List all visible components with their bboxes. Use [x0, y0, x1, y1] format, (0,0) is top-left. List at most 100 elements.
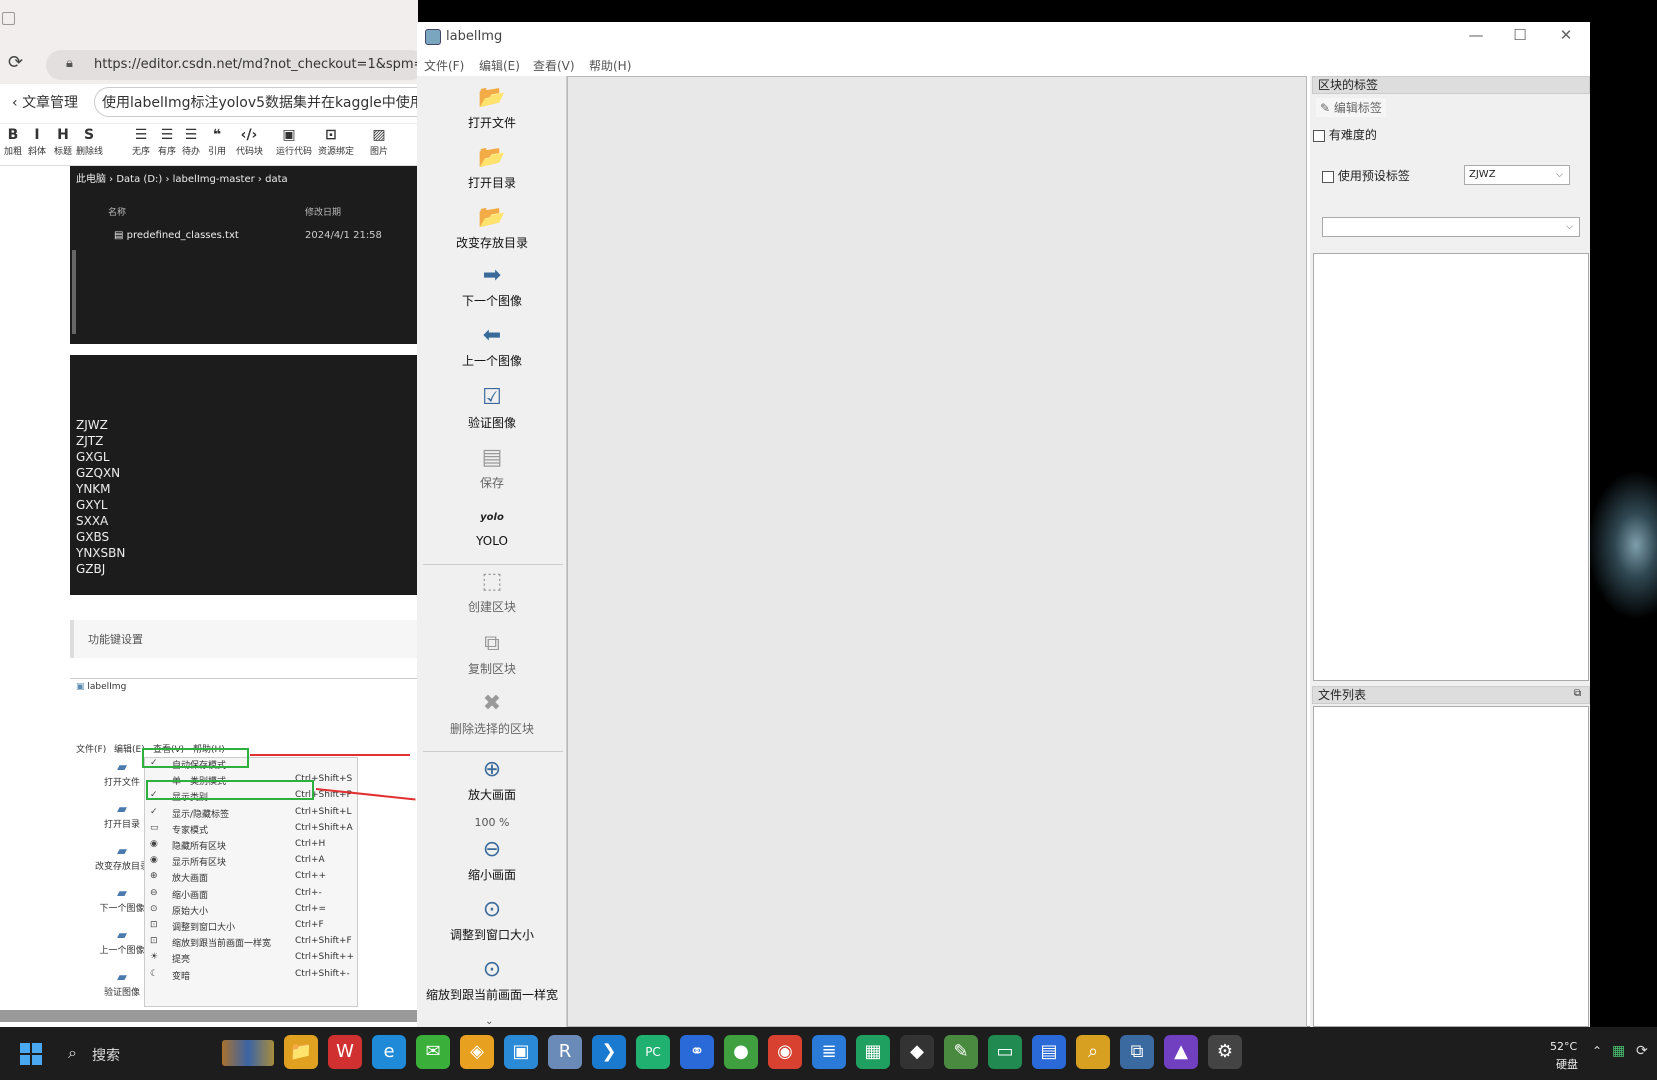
minimize-button[interactable]: —: [1456, 26, 1496, 48]
tab-actions-icon[interactable]: [2, 12, 15, 25]
checkbox-icon: ☑: [482, 385, 502, 410]
tool-glyph-icon: H: [57, 127, 69, 143]
start-button[interactable]: [20, 1043, 42, 1065]
box-labels-header: 区块的标签: [1312, 76, 1590, 94]
difficult-checkbox[interactable]: 有难度的: [1313, 126, 1377, 143]
tool-folder-button[interactable]: 📂 改变存放目录: [417, 204, 567, 251]
tray-sync-icon[interactable]: ⟳: [1636, 1043, 1648, 1059]
tool-delete-button[interactable]: ✖ 删除选择的区块: [417, 690, 567, 737]
menu-view[interactable]: 查看(V): [533, 57, 575, 74]
article-title-text[interactable]: 使用labelImg标注yolov5数据集并在kaggle中使用y: [102, 92, 432, 112]
toolbar-more-icon[interactable]: ⌄: [485, 1016, 493, 1027]
tool-fit-window-button[interactable]: ⊙ 调整到窗口大小: [417, 896, 567, 943]
settings-icon[interactable]: ⚙: [1208, 1035, 1242, 1069]
editor-tool-button[interactable]: ☰ 无序: [128, 126, 154, 157]
r-icon[interactable]: R: [548, 1035, 582, 1069]
editor-tool-button[interactable]: ⊡ 资源绑定: [318, 126, 354, 157]
use-default-label-checkbox[interactable]: 使用预设标签: [1322, 167, 1410, 184]
embedded-menu-shortcut: Ctrl+Shift+-: [295, 968, 350, 979]
editor-tool-button[interactable]: I 斜体: [24, 126, 50, 157]
wps-icon[interactable]: W: [328, 1035, 362, 1069]
photos-icon[interactable]: ▲: [1164, 1035, 1198, 1069]
ball-icon[interactable]: ●: [724, 1035, 758, 1069]
search-icon[interactable]: ⌕: [68, 1043, 77, 1063]
tool-zoom-out-button[interactable]: ⊖ 缩小画面: [417, 836, 567, 883]
menu-help[interactable]: 帮助(H): [589, 57, 631, 74]
browser-hscrollbar[interactable]: [0, 1010, 418, 1022]
tool-folder-button[interactable]: 📂 打开文件: [417, 84, 567, 131]
lock-icon[interactable]: 🔒︎: [66, 56, 73, 71]
window-title: labelImg: [446, 29, 503, 44]
remote-icon[interactable]: ▣: [504, 1035, 538, 1069]
create-box-icon: ⬚: [481, 569, 503, 594]
tool-folder-button[interactable]: 📂 打开目录: [417, 144, 567, 191]
label-filter-combo[interactable]: ⌵: [1322, 217, 1580, 237]
default-label-combo[interactable]: ZJWZ ⌵: [1464, 165, 1570, 185]
monitor-icon[interactable]: ▭: [988, 1035, 1022, 1069]
python-icon[interactable]: ⧉: [1120, 1035, 1154, 1069]
editor-tool-button[interactable]: ‹/› 代码块: [236, 126, 263, 157]
tool-label: 保存: [479, 476, 504, 490]
git-icon[interactable]: ◆: [900, 1035, 934, 1069]
embedded-tool-icon: ▰: [117, 928, 127, 943]
image-canvas[interactable]: [567, 76, 1307, 1027]
embedded-title: ▣ labelImg: [76, 682, 127, 692]
title-bar[interactable]: [417, 22, 1590, 54]
editor-tool-button[interactable]: H 标题: [50, 126, 76, 157]
tool-create-box-button[interactable]: ⬚ 创建区块: [417, 568, 567, 615]
save-icon: ▤: [481, 445, 503, 470]
tool-checkbox-button[interactable]: ☑ 验证图像: [417, 384, 567, 431]
editor-tool-button[interactable]: S 删除线: [76, 126, 103, 157]
checkbox-icon[interactable]: [1322, 170, 1334, 183]
edit-label-button[interactable]: ✎ 编辑标签: [1316, 98, 1386, 117]
pycharm-icon[interactable]: PC: [636, 1035, 670, 1069]
tool-zoom-in-button[interactable]: ⊕ 放大画面: [417, 756, 567, 803]
shield-icon[interactable]: ◈: [460, 1035, 494, 1069]
back-to-articles-link[interactable]: ‹ 文章管理: [12, 92, 78, 112]
embedded-menu-shortcut: Ctrl+F: [295, 920, 324, 930]
tool-icon[interactable]: ✎: [944, 1035, 978, 1069]
notes-icon[interactable]: ≣: [812, 1035, 846, 1069]
embedded-tool-button: ▰ 打开目录: [92, 802, 152, 830]
maximize-button[interactable]: ☐: [1500, 26, 1540, 48]
tool-save-button[interactable]: ▤ 保存: [417, 444, 567, 491]
label-list[interactable]: [1313, 253, 1589, 681]
close-button[interactable]: ✕: [1546, 26, 1586, 48]
tool-arrow-right-button[interactable]: ➡ 下一个图像: [417, 262, 567, 309]
tray-app-icon[interactable]: ▦: [1612, 1043, 1625, 1059]
vscode-icon[interactable]: ❯: [592, 1035, 626, 1069]
tool-glyph-icon: ‹/›: [240, 127, 258, 143]
tool-copy-box-button[interactable]: ⧉ 复制区块: [417, 630, 567, 677]
tool-fit-width-button[interactable]: ⊙ 缩放到跟当前画面一样宽: [417, 956, 567, 1003]
menu-file[interactable]: 文件(F): [424, 57, 464, 74]
wechat-icon[interactable]: ✉: [416, 1035, 450, 1069]
doc-icon[interactable]: ▤: [1032, 1035, 1066, 1069]
edge-icon[interactable]: e: [372, 1035, 406, 1069]
editor-tool-button[interactable]: ▨ 图片: [366, 126, 392, 157]
url-text[interactable]: https://editor.csdn.net/md?not_checkout=…: [94, 57, 433, 72]
file-explorer-icon[interactable]: 📁: [284, 1035, 318, 1069]
store-icon[interactable]: ▦: [856, 1035, 890, 1069]
editor-tool-button[interactable]: B 加粗: [0, 126, 26, 157]
tool-yolo-button[interactable]: yolo YOLO: [417, 504, 567, 548]
checkbox-icon[interactable]: [1313, 129, 1325, 142]
chrome-icon[interactable]: ◉: [768, 1035, 802, 1069]
tool-arrow-left-button[interactable]: ⬅ 上一个图像: [417, 322, 567, 369]
taskbar-search[interactable]: 搜索: [92, 1045, 120, 1065]
search-file-icon[interactable]: ⌕: [1076, 1035, 1110, 1069]
zoom-value[interactable]: 100 %: [417, 816, 567, 829]
editor-tool-button[interactable]: ☰ 有序: [154, 126, 180, 157]
editor-tool-button[interactable]: ❝ 引用: [204, 126, 230, 157]
editor-tool-button[interactable]: ▣ 运行代码: [276, 126, 312, 157]
tool-glyph-icon: ☰: [184, 127, 198, 143]
tool-label: 改变存放目录: [455, 236, 528, 250]
tool-label: 下一个图像: [461, 294, 522, 308]
reload-icon[interactable]: ⟳: [8, 52, 23, 73]
menu-edit[interactable]: 编辑(E): [479, 57, 520, 74]
tool-label: 有序: [157, 147, 176, 157]
float-dock-icon[interactable]: ⧉: [1574, 688, 1581, 699]
editor-tool-button[interactable]: ☰ 待办: [178, 126, 204, 157]
tray-chevron-icon[interactable]: ⌃: [1592, 1044, 1602, 1058]
link-icon[interactable]: ⚭: [680, 1035, 714, 1069]
file-list[interactable]: [1313, 706, 1589, 1027]
